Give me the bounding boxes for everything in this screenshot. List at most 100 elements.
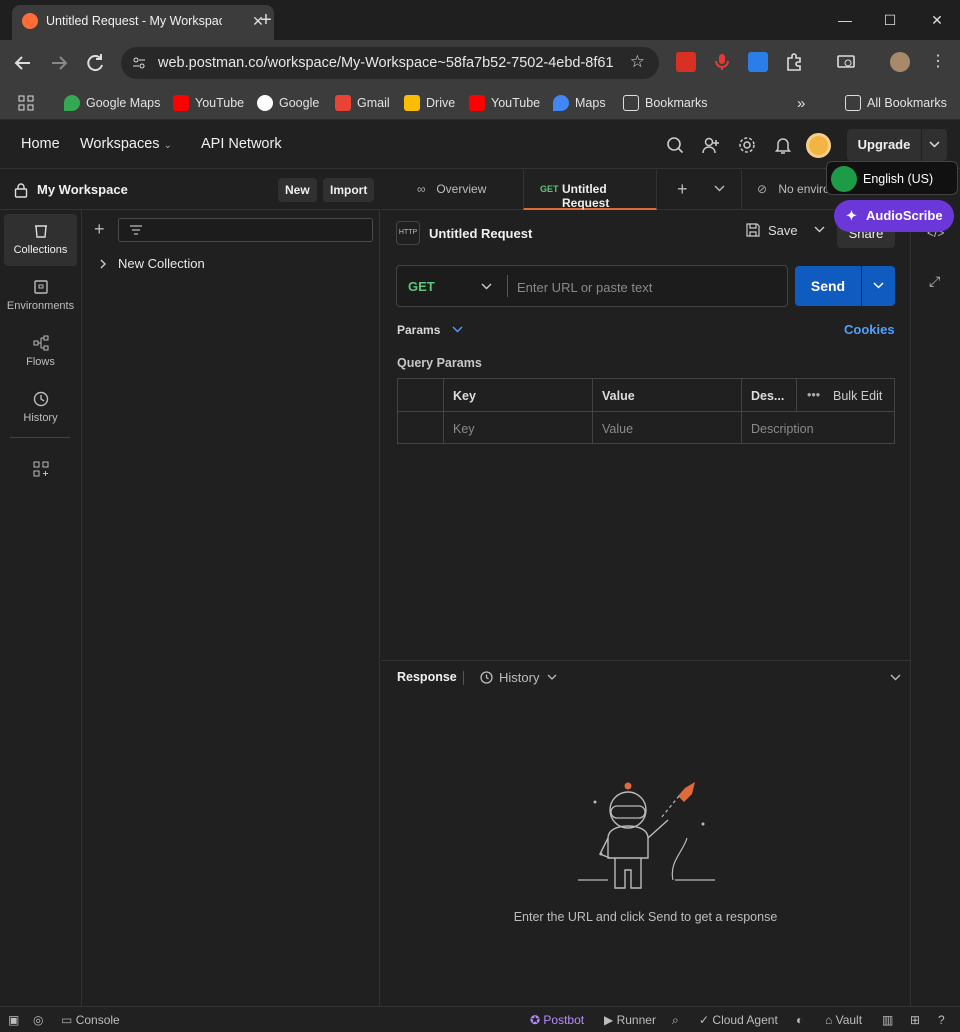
chevron-down-icon[interactable] [481, 283, 492, 291]
params-tab[interactable]: Params [397, 323, 463, 337]
reload-icon[interactable] [83, 51, 107, 75]
response-divider [463, 671, 464, 685]
import-button[interactable]: Import [323, 178, 375, 202]
search-icon[interactable] [665, 135, 685, 155]
nav-home[interactable]: Home [21, 136, 60, 152]
trash-icon[interactable]: ▥ [882, 1013, 893, 1027]
send-options-button[interactable] [862, 266, 895, 306]
related-collections-icon[interactable]: ⤢ [929, 273, 940, 290]
bookmark-google-maps[interactable]: Google Maps [64, 93, 160, 113]
language-widget[interactable]: English (US) [826, 161, 958, 195]
bulk-edit-button[interactable]: ••• Bulk Edit [797, 379, 894, 412]
request-url-bar: GET [396, 265, 788, 307]
no-environment-icon: ⊘ [757, 182, 768, 196]
tab-overview[interactable]: ∞ Overview [417, 182, 486, 196]
chevron-down-icon[interactable] [814, 226, 825, 234]
cookies-footer-icon[interactable]: ◐ [796, 1013, 803, 1027]
collections-pane: + New Collection [82, 210, 380, 1006]
extension-red-icon[interactable] [676, 52, 696, 72]
browser-tab-bar: Untitled Request - My Workspace ✕ + — ☐ … [0, 0, 960, 40]
nav-api-network[interactable]: API Network [201, 136, 282, 152]
collections-filter-input[interactable] [118, 218, 373, 242]
param-value-input[interactable]: Value [593, 412, 742, 443]
bookmark-gmail[interactable]: Gmail [335, 93, 390, 113]
request-title[interactable]: Untitled Request [429, 226, 532, 241]
translate-extension-icon[interactable] [748, 52, 768, 72]
param-key-input[interactable]: Key [444, 412, 593, 443]
extensions-puzzle-icon[interactable] [784, 52, 804, 72]
back-icon[interactable] [11, 51, 35, 75]
collection-item[interactable]: New Collection [96, 256, 205, 271]
postbot-button[interactable]: ✪ Postbot [530, 1013, 584, 1027]
invite-user-icon[interactable] [701, 135, 721, 155]
workspace-name[interactable]: My Workspace [37, 182, 128, 197]
new-request-tab-icon[interactable]: + [677, 179, 688, 200]
right-context-rail: </> ⤢ [910, 210, 960, 1006]
cast-icon[interactable] [836, 52, 856, 72]
filter-icon [130, 225, 142, 235]
send-button[interactable]: Send [795, 266, 861, 306]
layout-icon[interactable]: ⊞ [910, 1013, 920, 1027]
add-collection-icon[interactable]: + [94, 219, 105, 239]
bookmark-youtube-2[interactable]: YouTube [469, 93, 540, 113]
response-bar: Response History [381, 660, 910, 696]
param-description-input[interactable]: Description [742, 412, 894, 443]
bookmark-star-icon[interactable]: ☆ [630, 52, 645, 72]
forward-icon[interactable] [47, 51, 71, 75]
vault-button[interactable]: ⌂ Vault [825, 1013, 862, 1027]
capture-icon[interactable]: ⌕ [672, 1013, 679, 1028]
upgrade-button[interactable]: Upgrade [847, 129, 921, 161]
close-window-icon[interactable]: ✕ [925, 8, 949, 32]
browser-menu-icon[interactable]: ⋮ [928, 52, 948, 72]
toggle-sidebar-icon[interactable]: ▣ [8, 1013, 19, 1027]
youtube-icon [173, 95, 189, 111]
address-bar[interactable]: web.postman.co/workspace/My-Workspace~58… [121, 47, 659, 79]
chevron-down-icon[interactable] [714, 185, 725, 193]
user-avatar[interactable] [806, 133, 831, 158]
configure-sidebar-icon[interactable] [32, 460, 50, 478]
console-button[interactable]: ▭ Console [61, 1013, 120, 1027]
bookmark-drive[interactable]: Drive [404, 93, 455, 113]
workspace-bar: My Workspace New Import [0, 170, 380, 210]
runner-button[interactable]: ▶ Runner [604, 1013, 656, 1027]
environment-selector[interactable]: ⊘ No enviro [757, 182, 830, 196]
method-selector[interactable]: GET [408, 279, 435, 294]
bookmark-folder[interactable]: Bookmarks [623, 93, 708, 113]
settings-gear-icon[interactable] [737, 135, 757, 155]
collapse-response-icon[interactable] [890, 674, 901, 682]
tab-untitled-request[interactable]: GET Untitled Request [523, 170, 657, 210]
google-icon [257, 95, 273, 111]
nav-workspaces[interactable]: Workspaces ⌄ [80, 136, 172, 152]
audioscribe-button[interactable]: ✦ AudioScribe [834, 200, 954, 232]
minimize-icon[interactable]: — [833, 8, 857, 32]
more-bookmarks-icon[interactable]: » [797, 93, 805, 113]
response-history-dropdown[interactable]: History [480, 670, 557, 685]
save-button[interactable]: Save [745, 222, 825, 238]
browser-tab[interactable]: Untitled Request - My Workspace ✕ [12, 5, 274, 40]
sidebar-item-environments[interactable]: Environments [4, 270, 77, 322]
bookmark-youtube[interactable]: YouTube [173, 93, 244, 113]
url-input[interactable] [517, 277, 777, 297]
microphone-icon[interactable] [712, 52, 732, 72]
online-status-icon[interactable]: ◎ [33, 1013, 43, 1027]
cloud-agent-button[interactable]: ✓ Cloud Agent [699, 1013, 778, 1027]
bookmark-google[interactable]: Google [257, 93, 319, 113]
apps-grid-icon[interactable] [18, 93, 34, 113]
notifications-bell-icon[interactable] [773, 135, 793, 155]
sidebar-item-history[interactable]: History [4, 382, 77, 434]
sidebar-item-collections[interactable]: Collections [4, 214, 77, 266]
help-icon[interactable]: ? [938, 1013, 945, 1027]
bookmark-maps[interactable]: Maps [553, 93, 606, 113]
site-info-icon[interactable] [131, 55, 147, 71]
new-tab-icon[interactable]: + [256, 10, 276, 30]
all-bookmarks[interactable]: All Bookmarks [845, 93, 947, 113]
cookies-link[interactable]: Cookies [844, 322, 895, 337]
maximize-icon[interactable]: ☐ [878, 8, 902, 32]
sidebar-item-flows[interactable]: Flows [4, 326, 77, 378]
response-label: Response [397, 670, 457, 684]
profile-avatar[interactable] [890, 52, 910, 72]
maps-pin-icon [553, 95, 569, 111]
new-button[interactable]: New [278, 178, 317, 202]
upgrade-menu-button[interactable] [922, 129, 947, 161]
maps-pin-icon [64, 95, 80, 111]
